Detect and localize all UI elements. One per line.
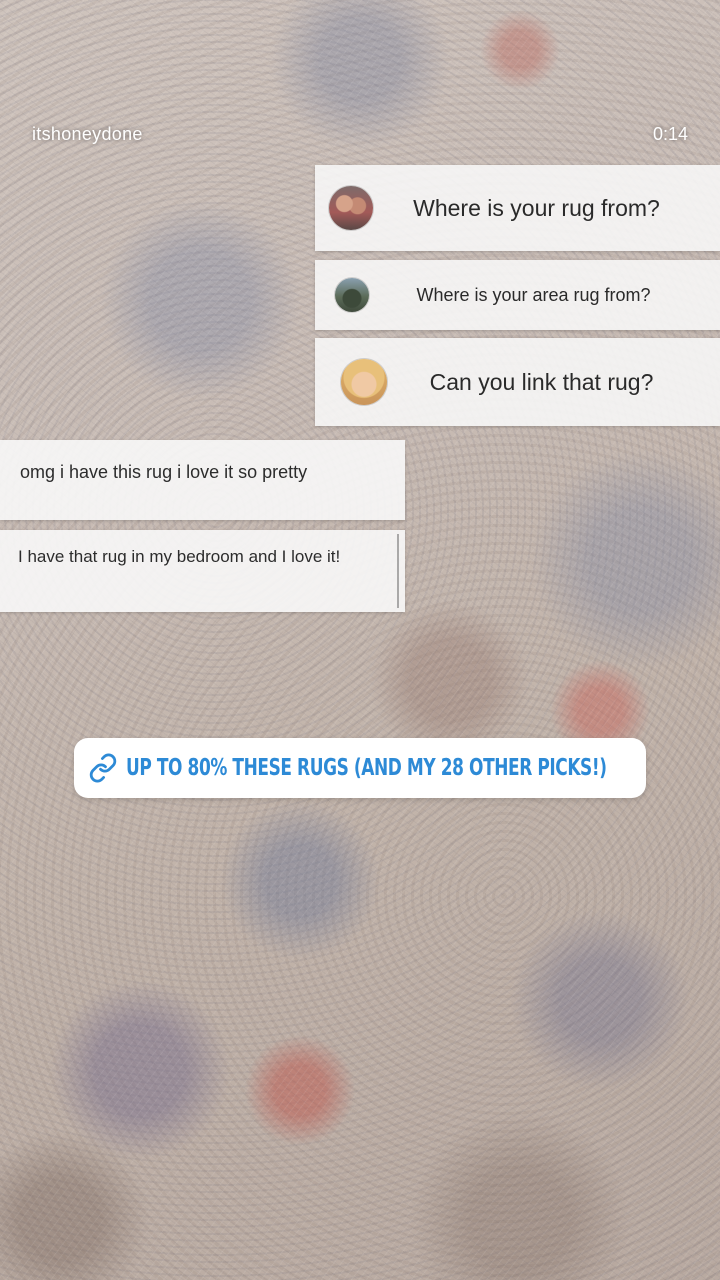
comment-text: I have that rug in my bedroom and I love…: [18, 547, 341, 566]
question-text: Where is your area rug from?: [416, 284, 651, 305]
question-card: Can you link that rug?: [315, 338, 720, 426]
comment-text: omg i have this rug i love it so pretty: [20, 462, 308, 482]
comment-card: I have that rug in my bedroom and I love…: [0, 530, 405, 612]
question-card: Where is your rug from?: [315, 165, 720, 251]
story-username[interactable]: itshoneydone: [32, 124, 143, 145]
story-timestamp: 0:14: [652, 124, 688, 144]
avatar: [335, 278, 369, 312]
question-text: Can you link that rug?: [429, 368, 654, 395]
story-viewer[interactable]: itshoneydone 0:14 Where is your rug from…: [0, 0, 720, 1280]
avatar: [341, 359, 387, 405]
link-sticker-label: UP TO 80% THESE RUGS (AND MY 28 OTHER PI…: [125, 755, 607, 781]
link-sticker[interactable]: UP TO 80% THESE RUGS (AND MY 28 OTHER PI…: [74, 738, 646, 798]
avatar: [329, 186, 373, 230]
comment-card: omg i have this rug i love it so pretty: [0, 440, 405, 520]
question-card: Where is your area rug from?: [315, 260, 720, 330]
scroll-indicator: [397, 534, 399, 608]
link-icon: [89, 753, 117, 783]
question-text: Where is your rug from?: [413, 194, 660, 221]
